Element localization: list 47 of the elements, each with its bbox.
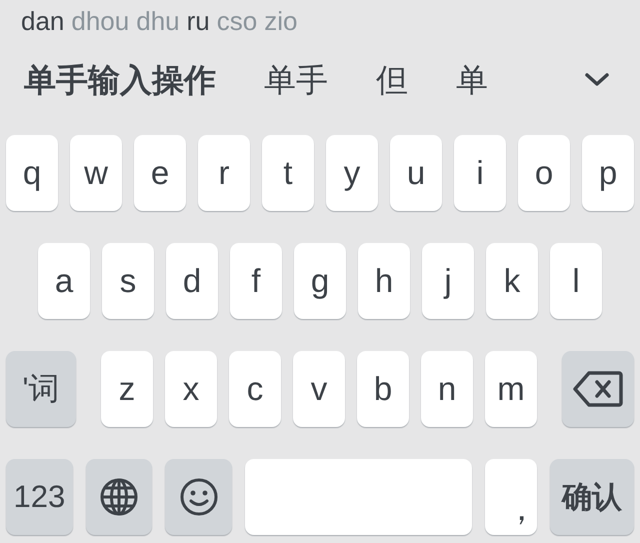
smiley-icon bbox=[178, 477, 219, 517]
letter-key[interactable]: w bbox=[70, 135, 122, 211]
numbers-key[interactable]: 123 bbox=[6, 459, 73, 535]
candidate-word[interactable]: 单 bbox=[456, 60, 488, 100]
letter-key[interactable]: c bbox=[229, 351, 281, 427]
letter-key[interactable]: r bbox=[198, 135, 250, 211]
emoji-key[interactable] bbox=[165, 459, 232, 535]
letter-key[interactable]: q bbox=[6, 135, 58, 211]
letter-key[interactable]: o bbox=[518, 135, 570, 211]
letter-key[interactable]: t bbox=[262, 135, 314, 211]
letter-key[interactable]: a bbox=[38, 243, 90, 319]
letter-key[interactable]: g bbox=[294, 243, 346, 319]
pinyin-syllable: zio bbox=[264, 5, 298, 38]
pinyin-syllable: cso bbox=[216, 5, 258, 38]
letter-key[interactable]: d bbox=[166, 243, 218, 319]
letter-key[interactable]: b bbox=[357, 351, 409, 427]
letter-key[interactable]: m bbox=[485, 351, 537, 427]
candidate-word[interactable]: 单手输入操作 bbox=[24, 60, 216, 100]
letter-key[interactable]: x bbox=[165, 351, 217, 427]
backspace-key[interactable] bbox=[562, 351, 634, 427]
letter-key[interactable]: h bbox=[358, 243, 410, 319]
letter-key[interactable]: j bbox=[422, 243, 474, 319]
confirm-key[interactable]: 确认 bbox=[550, 459, 634, 535]
letter-key[interactable]: v bbox=[293, 351, 345, 427]
backspace-icon bbox=[573, 371, 623, 407]
letter-key[interactable]: u bbox=[390, 135, 442, 211]
letter-key[interactable]: l bbox=[550, 243, 602, 319]
letter-key[interactable]: f bbox=[230, 243, 282, 319]
candidate-word[interactable]: 但 bbox=[376, 60, 408, 100]
letter-key[interactable]: z bbox=[101, 351, 153, 427]
globe-icon bbox=[99, 477, 140, 517]
letter-key[interactable]: i bbox=[454, 135, 506, 211]
pinyin-syllable: dan bbox=[21, 5, 64, 38]
letter-key[interactable]: k bbox=[486, 243, 538, 319]
chevron-down-icon[interactable] bbox=[584, 72, 610, 88]
comma-key[interactable]: ， bbox=[485, 459, 538, 535]
pinyin-syllable: dhu bbox=[136, 5, 180, 38]
letter-key[interactable]: s bbox=[102, 243, 154, 319]
letter-key[interactable]: p bbox=[582, 135, 634, 211]
letter-key[interactable]: n bbox=[421, 351, 473, 427]
letter-key[interactable]: e bbox=[134, 135, 186, 211]
word-key[interactable]: '词 bbox=[6, 351, 76, 427]
globe-key[interactable] bbox=[86, 459, 152, 535]
pinyin-syllable: dhou bbox=[71, 5, 130, 38]
letter-key[interactable]: y bbox=[326, 135, 378, 211]
candidate-word[interactable]: 单手 bbox=[264, 60, 328, 100]
pinyin-syllable: ru bbox=[186, 5, 210, 38]
